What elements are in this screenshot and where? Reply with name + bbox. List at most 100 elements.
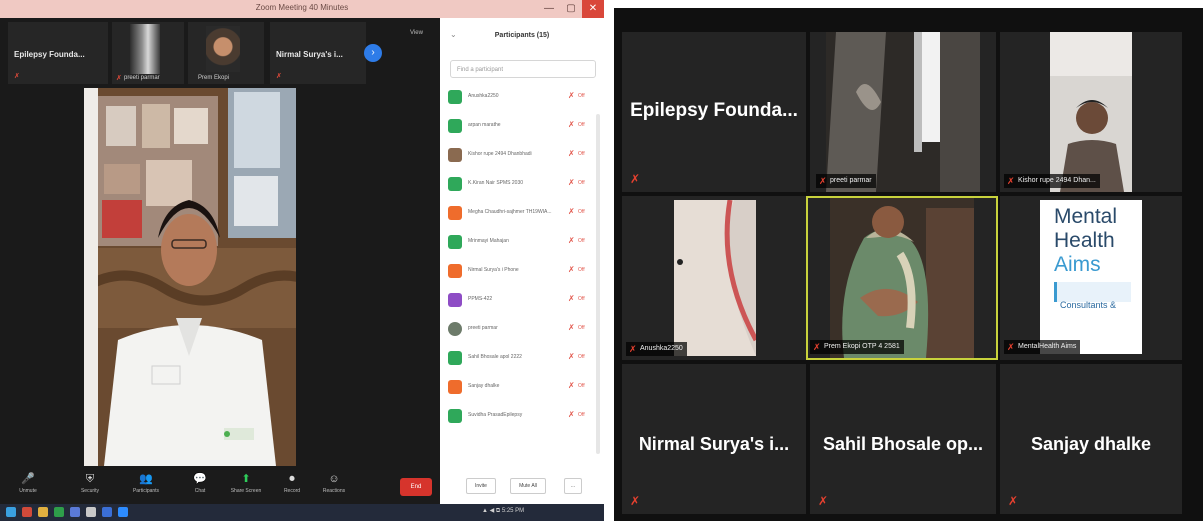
view-toggle-button[interactable]: View <box>410 30 423 36</box>
participant-row[interactable]: Mrinmayi Mahajan ✗ Off <box>440 229 604 258</box>
video-tile[interactable]: Mental Health Aims Consultants & ✗ Menta… <box>1000 196 1182 360</box>
mic-muted-icon[interactable]: ✗ <box>568 207 575 216</box>
mic-muted-icon[interactable]: ✗ <box>568 294 575 303</box>
video-off-icon[interactable]: Off <box>578 93 585 99</box>
participants-panel-title: Participants (15) <box>494 32 550 39</box>
invite-button[interactable]: Invite <box>466 478 496 494</box>
video-off-icon[interactable]: Off <box>578 412 585 418</box>
participant-name: K.Kiran Nair SPMS 2030 <box>468 180 524 186</box>
participant-label: ✗ Anushka2250 <box>626 342 687 356</box>
video-off-icon[interactable]: Off <box>578 122 585 128</box>
app-icon[interactable] <box>86 507 96 517</box>
video-off-icon[interactable]: Off <box>578 383 585 389</box>
participant-name: Nirmal Surya's i Phone <box>468 267 519 273</box>
video-off-icon[interactable]: Off <box>578 209 585 215</box>
video-tile[interactable]: Sanjay dhalke ✗ <box>1000 364 1182 514</box>
mic-muted-icon: ✗ <box>276 73 282 80</box>
participant-name: Suvidha PrasadEpilepsy <box>468 412 523 418</box>
avatar <box>448 322 462 336</box>
reactions-icon: ☺ <box>328 473 340 485</box>
mic-muted-icon[interactable]: ✗ <box>568 381 575 390</box>
mic-muted-icon: ✗ <box>819 176 827 186</box>
avatar <box>448 351 462 365</box>
video-tile-active-speaker[interactable]: ✗ Prem Ekopi OTP 4 2581 <box>806 196 998 360</box>
close-button[interactable]: ✕ <box>582 0 604 18</box>
app-icon[interactable] <box>102 507 112 517</box>
avatar <box>448 380 462 394</box>
video-tile[interactable]: Epilepsy Founda... ✗ <box>622 32 806 192</box>
app-icon[interactable] <box>54 507 64 517</box>
video-off-icon[interactable]: Off <box>578 354 585 360</box>
window-title: Zoom Meeting 40 Minutes <box>255 3 349 12</box>
mic-muted-icon[interactable]: ✗ <box>568 91 575 100</box>
mic-muted-icon[interactable]: ✗ <box>568 323 575 332</box>
microphone-icon: 🎤 <box>21 473 35 485</box>
participant-name: PPMS-422 <box>468 296 493 302</box>
thumbnail-tile[interactable]: Nirmal Surya's i... ✗ <box>270 22 366 84</box>
thumbnail-next-icon[interactable]: › <box>364 44 382 62</box>
mic-muted-icon[interactable]: ✗ <box>568 410 575 419</box>
participant-row[interactable]: Sahil Bhosale apol 2222 ✗ Off <box>440 345 604 374</box>
mic-muted-icon[interactable]: ✗ <box>568 120 575 129</box>
video-off-icon[interactable]: Off <box>578 267 585 273</box>
participant-row[interactable]: preeti parmar ✗ Off <box>440 316 604 345</box>
video-tile[interactable]: ✗ preeti parmar <box>810 32 996 192</box>
video-tile[interactable]: Sahil Bhosale op... ✗ <box>810 364 996 514</box>
video-off-icon[interactable]: Off <box>578 151 585 157</box>
participant-row[interactable]: Megha Chaudhri-sajhmer TH19WIA... ✗ Off <box>440 200 604 229</box>
thumbnail-tile[interactable]: Prem Ekopi <box>188 22 264 84</box>
participant-row[interactable]: Suvidha PrasadEpilepsy ✗ Off <box>440 403 604 432</box>
video-off-icon[interactable]: Off <box>578 296 585 302</box>
thumbnail-tile[interactable]: Epilepsy Founda... ✗ <box>8 22 108 84</box>
participants-icon: 👥 <box>139 473 153 485</box>
unmute-button[interactable]: 🎤 Unmute <box>0 472 56 502</box>
zoom-app-icon[interactable] <box>118 507 128 517</box>
mic-muted-icon[interactable]: ✗ <box>568 149 575 158</box>
participant-name: Epilepsy Founda... <box>630 100 798 121</box>
end-meeting-button[interactable]: End <box>400 478 432 496</box>
mic-muted-icon[interactable]: ✗ <box>568 236 575 245</box>
avatar <box>448 293 462 307</box>
participants-button[interactable]: 👥 Participants <box>118 472 174 502</box>
mic-muted-icon: ✗ <box>1007 342 1015 352</box>
participant-row[interactable]: K.Kiran Nair SPMS 2030 ✗ Off <box>440 171 604 200</box>
participant-label: ✗ Kishor rupe 2494 Dhan... <box>1004 174 1100 188</box>
mic-muted-icon: ✗ <box>630 494 641 508</box>
participant-row[interactable]: Nirmal Surya's i Phone ✗ Off <box>440 258 604 287</box>
video-tile[interactable]: Nirmal Surya's i... ✗ <box>622 364 806 514</box>
participant-row[interactable]: Kishor rupe 2494 Dhanbhadi ✗ Off <box>440 142 604 171</box>
window-titlebar: Zoom Meeting 40 Minutes — ▢ ✕ <box>0 0 604 18</box>
mic-muted-icon: ✗ <box>116 75 122 82</box>
video-feed <box>830 198 974 358</box>
mic-muted-icon: ✗ <box>818 494 829 508</box>
mic-muted-icon: ✗ <box>1008 494 1019 508</box>
start-icon[interactable] <box>6 507 16 517</box>
security-button[interactable]: ⛨ Security <box>62 472 118 502</box>
participant-row[interactable]: PPMS-422 ✗ Off <box>440 287 604 316</box>
app-icon[interactable] <box>70 507 80 517</box>
app-icon[interactable] <box>22 507 32 517</box>
mic-muted-icon[interactable]: ✗ <box>568 352 575 361</box>
video-off-icon[interactable]: Off <box>578 238 585 244</box>
participant-row[interactable]: Anushka2250 ✗ Off <box>440 84 604 113</box>
video-feed <box>674 200 756 356</box>
minimize-button[interactable]: — <box>538 0 560 18</box>
video-off-icon[interactable]: Off <box>578 325 585 331</box>
video-off-icon[interactable]: Off <box>578 180 585 186</box>
mic-muted-icon[interactable]: ✗ <box>568 265 575 274</box>
app-icon[interactable] <box>38 507 48 517</box>
video-tile[interactable]: ✗ Anushka2250 <box>622 196 806 360</box>
reactions-button[interactable]: ☺ Reactions <box>306 472 362 502</box>
mic-muted-icon: ✗ <box>629 344 637 354</box>
maximize-button[interactable]: ▢ <box>560 0 582 18</box>
thumbnail-tile[interactable]: ✗ preeti parmar <box>112 22 184 84</box>
participant-name: Anushka2250 <box>468 93 499 99</box>
participant-row[interactable]: arpan marathe ✗ Off <box>440 113 604 142</box>
mute-all-button[interactable]: Mute All <box>510 478 546 494</box>
video-tile[interactable]: ✗ Kishor rupe 2494 Dhan... <box>1000 32 1182 192</box>
video-feed <box>206 26 240 72</box>
participant-row[interactable]: Sanjay dhalke ✗ Off <box>440 374 604 403</box>
mic-muted-icon[interactable]: ✗ <box>568 178 575 187</box>
more-options-button[interactable]: ... <box>564 478 582 494</box>
participant-search-input[interactable]: Find a participant <box>450 60 596 78</box>
